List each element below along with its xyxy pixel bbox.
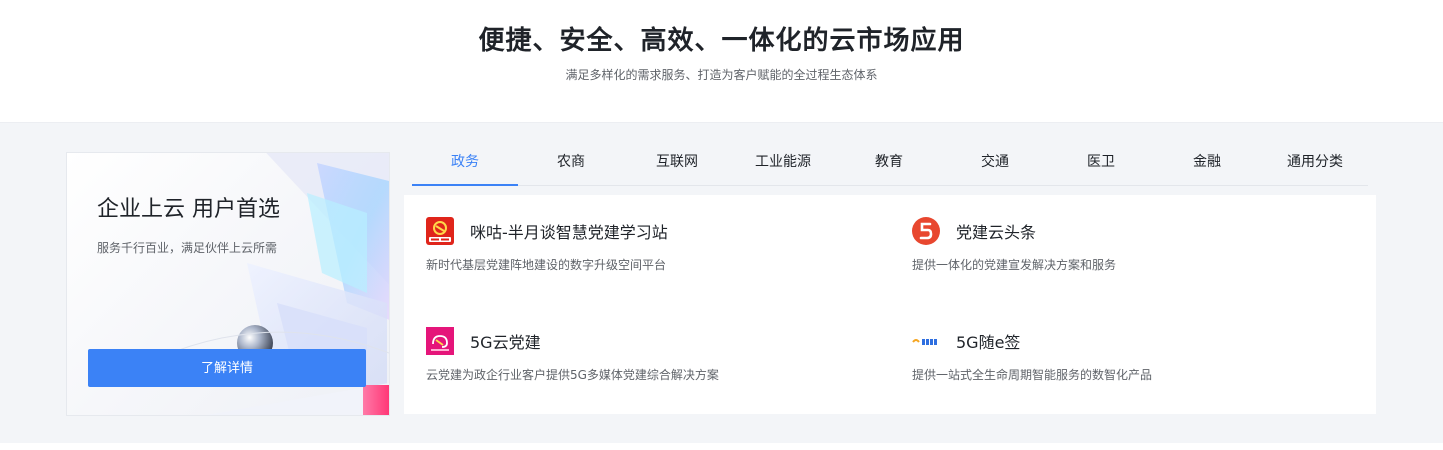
product-card[interactable]: 党建云头条 提供一体化的党建宣发解决方案和服务 [890, 195, 1330, 275]
tab-healthcare[interactable]: 医卫 [1048, 139, 1154, 185]
promo-title: 企业上云 用户首选 [97, 197, 280, 222]
promo-card: 企业上云 用户首选 服务千行百业，满足伙伴上云所需 了解详情 [66, 152, 390, 416]
section-subtitle: 满足多样化的需求服务、打造为客户赋能的全过程生态体系 [565, 68, 878, 82]
learn-more-button[interactable]: 了解详情 [88, 349, 366, 387]
product-card[interactable]: 咪咕-半月谈智慧党建学习站 新时代基层党建阵地建设的数字升级空间平台 [404, 195, 844, 275]
product-title: 咪咕-半月谈智慧党建学习站 [470, 223, 668, 242]
product-title: 5G随e签 [956, 333, 1021, 352]
tab-general[interactable]: 通用分类 [1262, 139, 1368, 185]
market-showcase: 企业上云 用户首选 服务千行百业，满足伙伴上云所需 了解详情 政务 农商 互联网… [0, 122, 1443, 443]
product-description: 提供一站式全生命周期智能服务的数智化产品 [912, 368, 1153, 382]
product-card[interactable]: 5G云党建 云党建为政企行业客户提供5G多媒体党建综合解决方案 [404, 305, 844, 385]
product-description: 新时代基层党建阵地建设的数字升级空间平台 [426, 258, 667, 272]
tab-transportation[interactable]: 交通 [942, 139, 1048, 185]
product-description: 提供一体化的党建宣发解决方案和服务 [912, 258, 1117, 272]
product-card[interactable]: 5G随e签 提供一站式全生命周期智能服务的数智化产品 [890, 305, 1330, 385]
tab-government[interactable]: 政务 [412, 139, 518, 186]
tab-industry-energy[interactable]: 工业能源 [730, 139, 836, 185]
product-description: 云党建为政企行业客户提供5G多媒体党建综合解决方案 [426, 368, 719, 382]
section-title: 便捷、安全、高效、一体化的云市场应用 [478, 26, 965, 56]
tab-agri-commerce[interactable]: 农商 [518, 139, 624, 185]
tab-internet[interactable]: 互联网 [624, 139, 730, 185]
industry-tabs: 政务 农商 互联网 工业能源 教育 交通 医卫 金融 通用分类 [412, 139, 1368, 186]
product-panel: 咪咕-半月谈智慧党建学习站 新时代基层党建阵地建设的数字升级空间平台 党建云头条… [404, 195, 1376, 414]
migu-party-logo-icon [426, 217, 454, 245]
promo-subtitle: 服务千行百业，满足伙伴上云所需 [97, 241, 278, 255]
product-title: 5G云党建 [470, 333, 541, 352]
tab-education[interactable]: 教育 [836, 139, 942, 185]
section-header: 便捷、安全、高效、一体化的云市场应用 满足多样化的需求服务、打造为客户赋能的全过… [0, 0, 1443, 122]
5g-cloud-party-logo-icon [426, 327, 454, 355]
product-title: 党建云头条 [956, 223, 1037, 242]
party-headline-logo-icon [912, 217, 940, 245]
tab-finance[interactable]: 金融 [1154, 139, 1260, 185]
5g-sign-logo-icon [912, 327, 940, 355]
